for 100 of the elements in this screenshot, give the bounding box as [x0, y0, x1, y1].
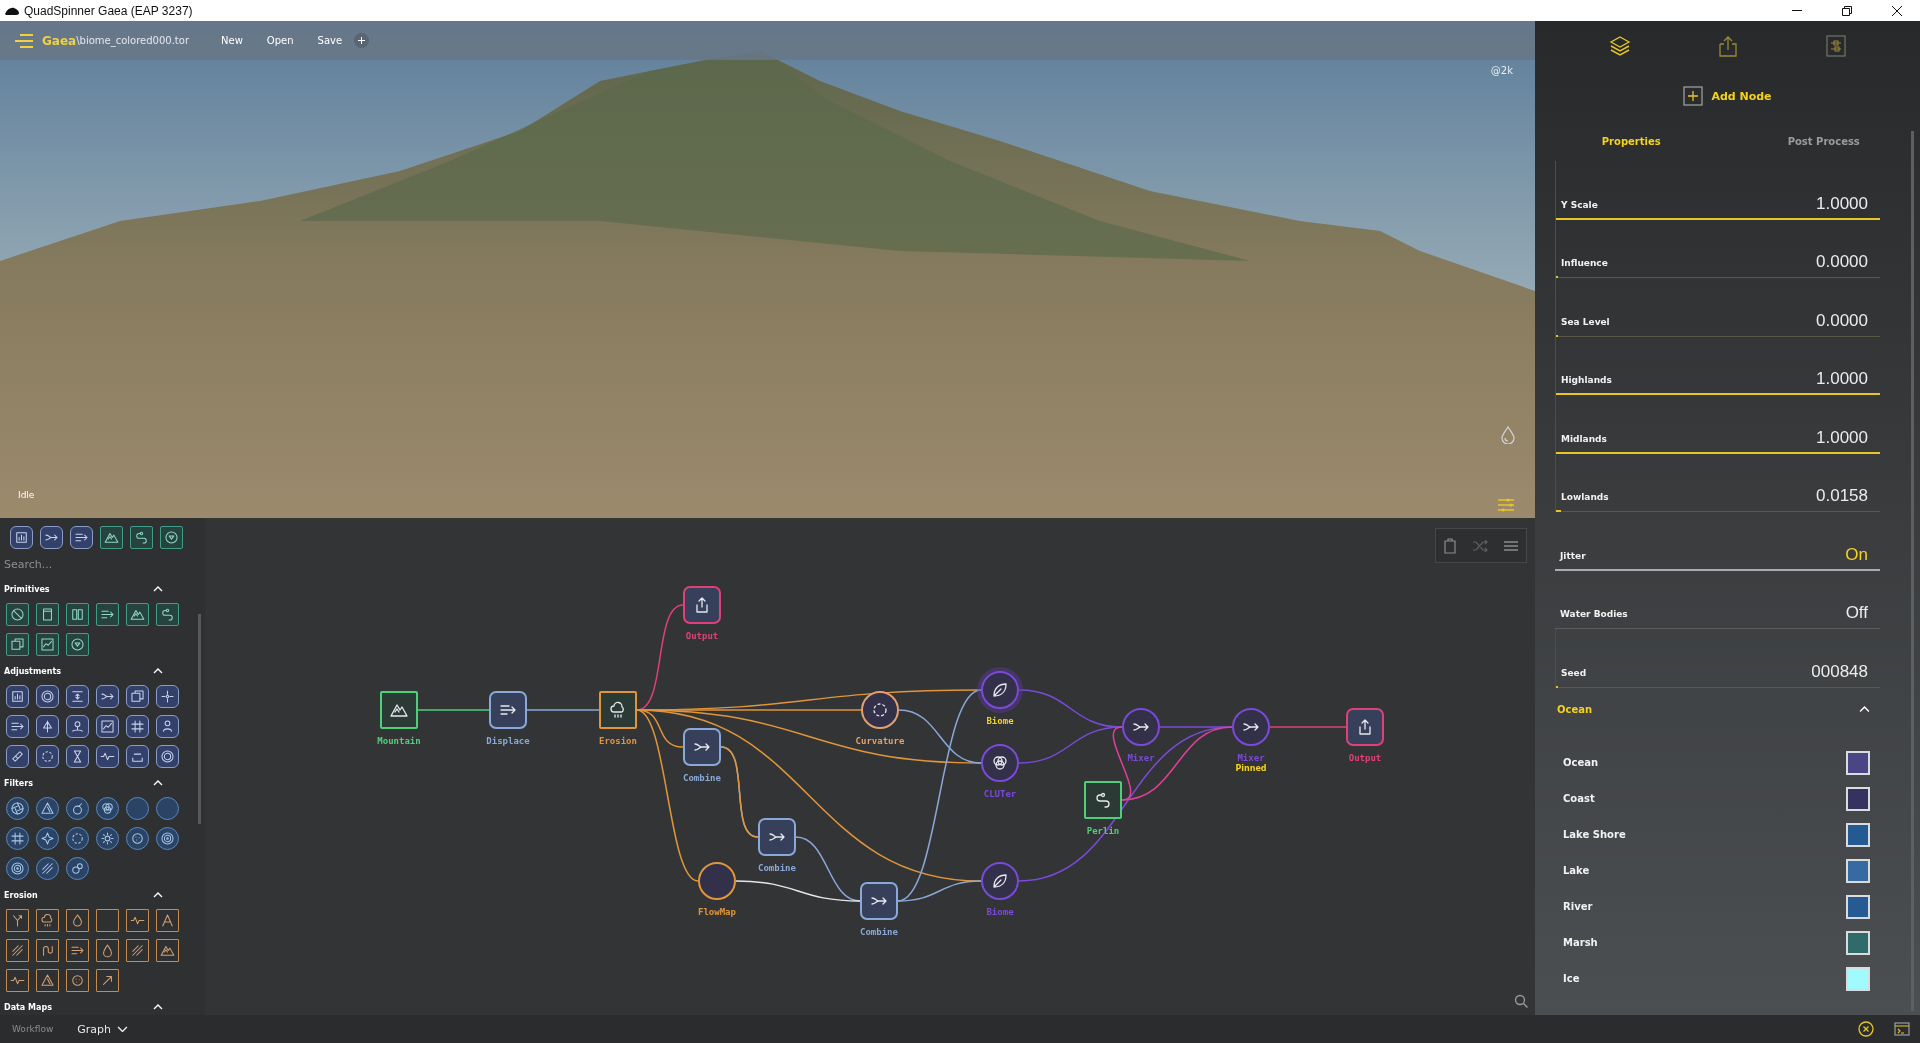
node-tile[interactable] [126, 827, 149, 850]
graph-node[interactable] [981, 744, 1019, 782]
menu-button[interactable]: New [209, 31, 255, 50]
color-swatch[interactable] [1846, 822, 1870, 847]
slider-field[interactable]: Seed 000848 [1555, 629, 1880, 688]
node-tile[interactable] [156, 603, 179, 626]
toggle-field[interactable]: Water Bodies Off [1555, 570, 1880, 629]
toolbar-tile[interactable] [100, 526, 123, 549]
graph-node[interactable] [599, 691, 637, 729]
node-tile[interactable] [66, 715, 89, 738]
settings-icon[interactable] [1825, 35, 1846, 57]
slider-field[interactable]: Lowlands 0.0158 [1555, 453, 1880, 512]
node-tile[interactable] [66, 969, 89, 992]
menu-button[interactable]: Save [305, 31, 355, 50]
node-tile[interactable] [156, 827, 179, 850]
view-tab[interactable]: Workflow [0, 1024, 66, 1034]
node-tile[interactable] [36, 715, 59, 738]
add-button[interactable] [354, 33, 370, 48]
slider-field[interactable]: Midlands 1.0000 [1555, 395, 1880, 454]
color-swatch[interactable] [1846, 894, 1870, 919]
node-tile[interactable] [6, 715, 29, 738]
node-tile[interactable] [126, 909, 149, 932]
node-tile[interactable] [156, 685, 179, 708]
slider-field[interactable]: Y Scale 1.0000 [1555, 161, 1880, 220]
node-tile[interactable] [156, 939, 179, 962]
color-swatch[interactable] [1846, 858, 1870, 883]
terminal-icon[interactable] [1894, 1022, 1910, 1036]
color-swatch[interactable] [1846, 930, 1870, 955]
clipboard-icon[interactable] [1443, 537, 1458, 554]
node-tile[interactable] [126, 745, 149, 768]
node-tile[interactable] [66, 603, 89, 626]
node-tile[interactable] [66, 685, 89, 708]
scrollbar[interactable] [198, 614, 201, 824]
graph-node[interactable] [860, 882, 898, 920]
sliders-icon[interactable] [1497, 498, 1515, 512]
color-swatch[interactable] [1846, 786, 1870, 811]
node-tile[interactable] [36, 969, 59, 992]
caret-icon[interactable] [117, 1025, 129, 1033]
toggle-field[interactable]: Jitter On [1555, 512, 1880, 571]
node-tile[interactable] [36, 685, 59, 708]
node-tile[interactable] [6, 939, 29, 962]
graph-node[interactable] [1346, 708, 1384, 746]
node-tile[interactable] [6, 969, 29, 992]
node-tile[interactable] [36, 797, 59, 820]
node-tile[interactable] [36, 857, 59, 880]
node-tile[interactable] [6, 685, 29, 708]
scrollbar[interactable] [1911, 131, 1914, 1011]
node-tile[interactable] [36, 909, 59, 932]
slider-field[interactable]: Influence 0.0000 [1555, 219, 1880, 278]
node-tile[interactable] [96, 715, 119, 738]
color-swatch[interactable] [1846, 966, 1870, 991]
node-tile[interactable] [6, 827, 29, 850]
node-tile[interactable] [126, 939, 149, 962]
node-tile[interactable] [126, 603, 149, 626]
node-tile[interactable] [96, 969, 119, 992]
node-tile[interactable] [126, 797, 149, 820]
node-tile[interactable] [6, 745, 29, 768]
node-tile[interactable] [66, 797, 89, 820]
graph-node[interactable] [683, 728, 721, 766]
node-tile[interactable] [96, 909, 119, 932]
slider-field[interactable]: Highlands 1.0000 [1555, 336, 1880, 395]
slider-field[interactable]: Sea Level 0.0000 [1555, 278, 1880, 337]
tab[interactable]: Properties [1535, 121, 1728, 161]
graph-node[interactable] [981, 862, 1019, 900]
node-tile[interactable] [126, 715, 149, 738]
graph-node[interactable] [698, 862, 736, 900]
node-tile[interactable] [96, 827, 119, 850]
graph-node[interactable] [1232, 708, 1270, 746]
graph-node[interactable] [1122, 708, 1160, 746]
node-tile[interactable] [36, 633, 59, 656]
node-tile[interactable] [36, 603, 59, 626]
layers-icon[interactable] [1609, 35, 1632, 57]
graph-node[interactable] [758, 818, 796, 856]
color-swatch[interactable] [1846, 750, 1870, 775]
toolbar-tile[interactable] [130, 526, 153, 549]
tab[interactable]: Post Process [1727, 121, 1920, 161]
node-tile[interactable] [66, 857, 89, 880]
graph-node[interactable] [380, 691, 418, 729]
export-icon[interactable] [1719, 35, 1738, 57]
graph-node[interactable] [1084, 781, 1122, 819]
menu-button[interactable]: Open [254, 31, 306, 50]
restore-icon[interactable] [1842, 5, 1852, 16]
node-tile[interactable] [66, 745, 89, 768]
node-tile[interactable] [126, 685, 149, 708]
search-field[interactable]: Search... [0, 550, 195, 578]
toolbar-tile[interactable] [10, 526, 33, 549]
list-icon[interactable] [1502, 539, 1519, 552]
toolbar-tile[interactable] [70, 526, 93, 549]
add-node-button[interactable]: Add Node [1683, 86, 1772, 106]
node-tile[interactable] [6, 603, 29, 626]
node-tile[interactable] [156, 715, 179, 738]
node-tile[interactable] [156, 797, 179, 820]
node-tile[interactable] [96, 797, 119, 820]
search-icon[interactable] [1514, 994, 1528, 1008]
node-tile[interactable] [96, 685, 119, 708]
menu-icon[interactable] [14, 33, 34, 48]
close-circle-icon[interactable] [1858, 1021, 1874, 1037]
node-tile[interactable] [36, 939, 59, 962]
node-tile[interactable] [66, 827, 89, 850]
node-tile[interactable] [66, 939, 89, 962]
